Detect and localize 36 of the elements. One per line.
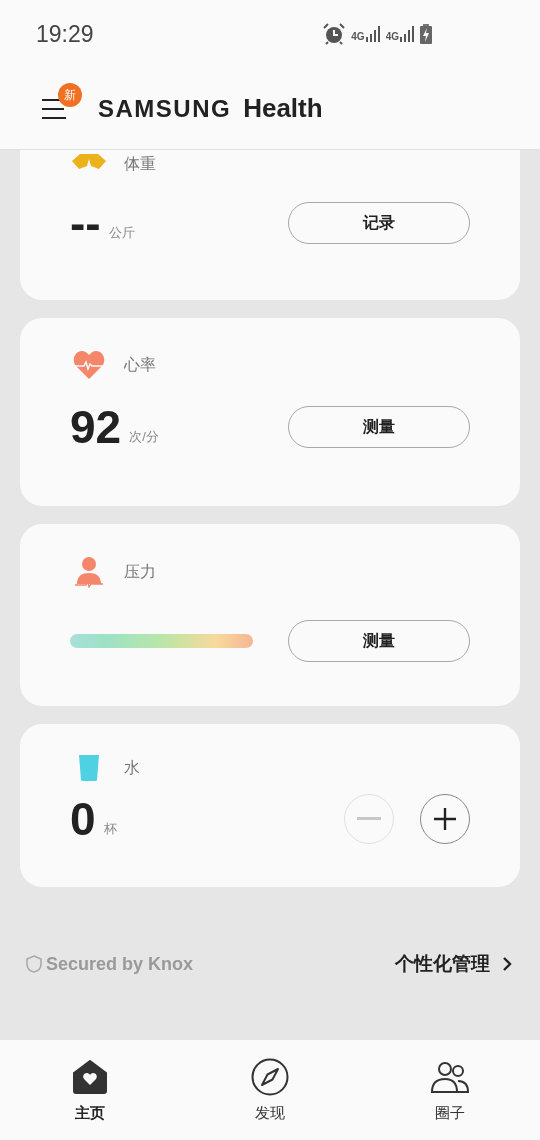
network-type-text: 4G xyxy=(351,32,365,42)
card-title: 体重 xyxy=(124,154,156,174)
heart-icon xyxy=(73,350,105,380)
unit-text: 杯 xyxy=(103,819,117,838)
cup-icon xyxy=(78,754,100,782)
nav-tab[interactable]: 发现 xyxy=(180,1058,360,1140)
unit-text: 次/分 xyxy=(129,427,159,446)
personalize-link[interactable]: 个性化管理 xyxy=(395,950,512,979)
card-title: 压力 xyxy=(124,562,156,582)
app-title: Health xyxy=(243,92,323,125)
battery-charging-icon xyxy=(420,24,432,44)
minus-icon xyxy=(357,817,381,821)
brand-logo-text: SAMSUNG xyxy=(98,94,232,124)
card-title: 水 xyxy=(124,758,140,778)
network-type-text: 4G xyxy=(385,32,399,42)
compass-icon xyxy=(251,1058,289,1096)
status-time: 19:29 xyxy=(36,19,94,49)
shield-icon xyxy=(26,955,42,974)
unit-text: 公斤 xyxy=(108,223,135,242)
value-text: 92 xyxy=(70,404,122,450)
new-badge: 新 xyxy=(58,82,82,107)
nav-tab[interactable]: 圈子 xyxy=(360,1058,540,1140)
person-icon xyxy=(74,556,104,588)
alarm-icon xyxy=(323,23,346,45)
value-text: -- xyxy=(70,200,101,246)
plus-button[interactable] xyxy=(420,794,470,844)
card-title: 心率 xyxy=(124,355,156,375)
people-icon xyxy=(430,1060,470,1094)
home-icon xyxy=(72,1060,108,1094)
nav-tab[interactable]: 主页 xyxy=(0,1058,180,1140)
plus-icon xyxy=(433,807,457,831)
signal-icon xyxy=(400,26,414,42)
value-text: 0 xyxy=(70,796,96,842)
knox-text: Secured by Knox xyxy=(46,952,194,976)
chevron-right-icon xyxy=(502,956,512,973)
signal-icon xyxy=(365,26,380,42)
